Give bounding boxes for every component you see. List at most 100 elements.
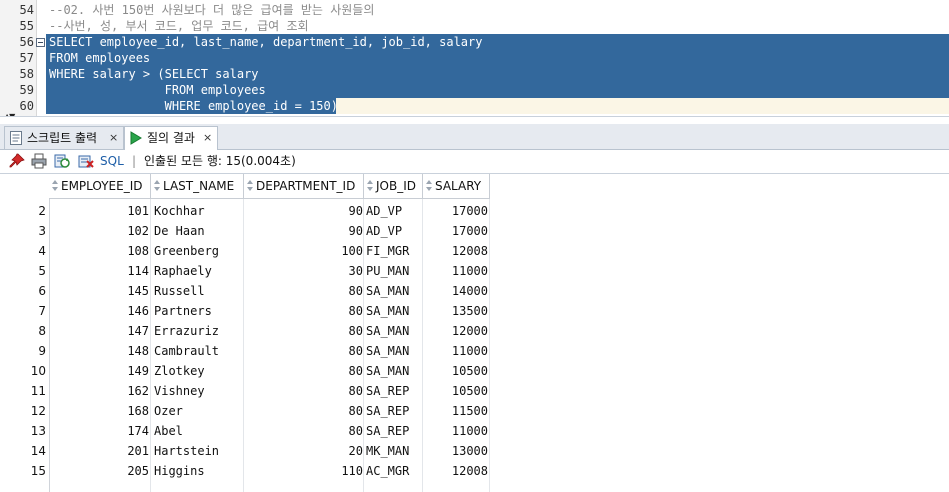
cell-salary[interactable]: 14000 [426, 281, 488, 301]
cell-salary[interactable]: 12008 [426, 461, 488, 481]
cell-employee-id[interactable]: 174 [53, 421, 149, 441]
code-text[interactable]: --02. 사번 150번 사원보다 더 많은 급여를 받는 사원들의 [49, 2, 374, 18]
cell-salary[interactable]: 12008 [426, 241, 488, 261]
cell-salary[interactable]: 11000 [426, 341, 488, 361]
pin-icon[interactable] [9, 153, 25, 169]
cell-employee-id[interactable]: 101 [53, 201, 149, 221]
code-line-selected[interactable]: 58 WHERE salary > (SELECT salary [0, 66, 949, 82]
table-row[interactable]: 14 201 Hartstein 20 MK_MAN 13000 [0, 441, 949, 461]
cell-department-id[interactable]: 80 [247, 421, 363, 441]
cell-salary[interactable]: 11500 [426, 401, 488, 421]
cell-department-id[interactable]: 80 [247, 401, 363, 421]
cell-job-id[interactable]: PU_MAN [366, 261, 422, 281]
code-line[interactable]: 55 --사번, 성, 부서 코드, 업무 코드, 급여 조회 [0, 18, 949, 34]
cell-job-id[interactable]: AD_VP [366, 201, 422, 221]
table-row[interactable]: 2 101 Kochhar 90 AD_VP 17000 [0, 201, 949, 221]
results-grid[interactable]: EMPLOYEE_ID LAST_NAME DEPARTMENT_ID JOB_… [0, 173, 949, 492]
cell-last-name[interactable]: De Haan [154, 221, 242, 241]
cell-last-name[interactable]: Hartstein [154, 441, 242, 461]
cell-department-id[interactable]: 80 [247, 341, 363, 361]
code-text[interactable]: FROM employees [49, 82, 266, 98]
cell-job-id[interactable]: AC_MGR [366, 461, 422, 481]
column-header-employee-id[interactable]: EMPLOYEE_ID [49, 174, 151, 199]
column-header-last-name[interactable]: LAST_NAME [151, 174, 244, 199]
refresh-icon[interactable] [54, 153, 70, 169]
cell-department-id[interactable]: 30 [247, 261, 363, 281]
cell-last-name[interactable]: Cambrault [154, 341, 242, 361]
table-row[interactable]: 11 162 Vishney 80 SA_REP 10500 [0, 381, 949, 401]
code-text[interactable]: SELECT employee_id, last_name, departmen… [49, 34, 482, 50]
cell-job-id[interactable]: SA_MAN [366, 301, 422, 321]
cell-salary[interactable]: 10500 [426, 381, 488, 401]
table-row[interactable]: 13 174 Abel 80 SA_REP 11000 [0, 421, 949, 441]
cell-salary[interactable]: 12000 [426, 321, 488, 341]
cell-salary[interactable]: 13500 [426, 301, 488, 321]
code-text[interactable]: --사번, 성, 부서 코드, 업무 코드, 급여 조회 [49, 18, 309, 34]
cell-job-id[interactable]: SA_MAN [366, 321, 422, 341]
table-row[interactable]: 9 148 Cambrault 80 SA_MAN 11000 [0, 341, 949, 361]
sql-button[interactable]: SQL [100, 150, 124, 172]
cell-employee-id[interactable]: 168 [53, 401, 149, 421]
cell-job-id[interactable]: SA_REP [366, 401, 422, 421]
cell-job-id[interactable]: SA_MAN [366, 341, 422, 361]
code-text[interactable]: WHERE salary > (SELECT salary [49, 66, 259, 82]
cell-department-id[interactable]: 80 [247, 301, 363, 321]
code-text[interactable]: FROM employees [49, 50, 150, 66]
cell-last-name[interactable]: Greenberg [154, 241, 242, 261]
cell-last-name[interactable]: Errazuriz [154, 321, 242, 341]
cell-job-id[interactable]: FI_MGR [366, 241, 422, 261]
table-row[interactable]: 6 145 Russell 80 SA_MAN 14000 [0, 281, 949, 301]
cell-salary[interactable]: 11000 [426, 421, 488, 441]
code-text[interactable]: WHERE employee_id = 150); [49, 98, 346, 114]
cell-salary[interactable]: 11000 [426, 261, 488, 281]
cell-employee-id[interactable]: 114 [53, 261, 149, 281]
cell-employee-id[interactable]: 108 [53, 241, 149, 261]
cell-salary[interactable]: 13000 [426, 441, 488, 461]
table-row[interactable]: 3 102 De Haan 90 AD_VP 17000 [0, 221, 949, 241]
cell-department-id[interactable]: 20 [247, 441, 363, 461]
code-line-selected[interactable]: 56 SELECT employee_id, last_name, depart… [0, 34, 949, 50]
cell-job-id[interactable]: SA_REP [366, 421, 422, 441]
table-row[interactable]: 7 146 Partners 80 SA_MAN 13500 [0, 301, 949, 321]
splitter-arrows-icon[interactable]: ▲▼ [4, 113, 15, 117]
cell-salary[interactable]: 17000 [426, 221, 488, 241]
cell-salary[interactable]: 17000 [426, 201, 488, 221]
cell-department-id[interactable]: 90 [247, 201, 363, 221]
table-row[interactable]: 15 205 Higgins 110 AC_MGR 12008 [0, 461, 949, 481]
cell-employee-id[interactable]: 102 [53, 221, 149, 241]
cell-job-id[interactable]: SA_MAN [366, 361, 422, 381]
cell-salary[interactable]: 10500 [426, 361, 488, 381]
table-row[interactable]: 8 147 Errazuriz 80 SA_MAN 12000 [0, 321, 949, 341]
tab-script-output[interactable]: 스크립트 출력 × [4, 126, 124, 149]
cell-last-name[interactable]: Raphaely [154, 261, 242, 281]
cell-employee-id[interactable]: 201 [53, 441, 149, 461]
table-row[interactable]: 5 114 Raphaely 30 PU_MAN 11000 [0, 261, 949, 281]
cell-employee-id[interactable]: 146 [53, 301, 149, 321]
cell-last-name[interactable]: Vishney [154, 381, 242, 401]
cell-last-name[interactable]: Zlotkey [154, 361, 242, 381]
cell-department-id[interactable]: 90 [247, 221, 363, 241]
cell-employee-id[interactable]: 162 [53, 381, 149, 401]
cell-last-name[interactable]: Partners [154, 301, 242, 321]
cell-department-id[interactable]: 80 [247, 361, 363, 381]
cell-job-id[interactable]: AD_VP [366, 221, 422, 241]
column-header-department-id[interactable]: DEPARTMENT_ID [244, 174, 364, 199]
cell-last-name[interactable]: Russell [154, 281, 242, 301]
cell-employee-id[interactable]: 205 [53, 461, 149, 481]
cell-employee-id[interactable]: 149 [53, 361, 149, 381]
cell-department-id[interactable]: 80 [247, 321, 363, 341]
cell-department-id[interactable]: 80 [247, 281, 363, 301]
code-line-selected[interactable]: 57 FROM employees [0, 50, 949, 66]
cell-last-name[interactable]: Ozer [154, 401, 242, 421]
column-header-job-id[interactable]: JOB_ID [364, 174, 423, 199]
close-icon[interactable]: × [109, 127, 118, 149]
sql-editor[interactable]: 54 --02. 사번 150번 사원보다 더 많은 급여를 받는 사원들의 5… [0, 0, 949, 117]
code-line[interactable]: 54 --02. 사번 150번 사원보다 더 많은 급여를 받는 사원들의 [0, 2, 949, 18]
cell-employee-id[interactable]: 148 [53, 341, 149, 361]
export-icon[interactable] [78, 153, 94, 169]
print-icon[interactable] [31, 153, 47, 169]
table-row[interactable]: 12 168 Ozer 80 SA_REP 11500 [0, 401, 949, 421]
tab-query-result[interactable]: 질의 결과 × [124, 126, 218, 150]
cell-department-id[interactable]: 80 [247, 381, 363, 401]
cell-last-name[interactable]: Abel [154, 421, 242, 441]
